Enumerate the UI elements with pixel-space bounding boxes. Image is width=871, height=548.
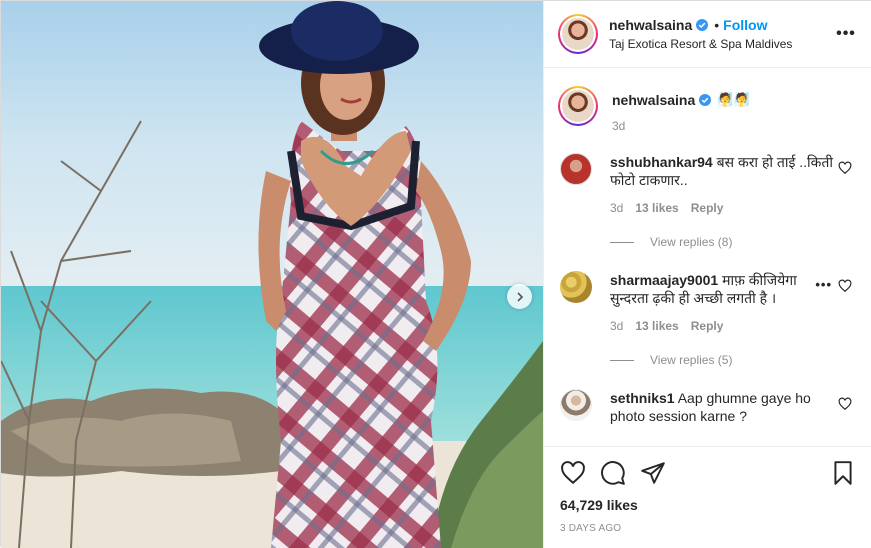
instagram-post: nehwalsaina • Follow Taj Exotica Resort … [0, 0, 871, 548]
heart-icon[interactable] [560, 460, 586, 486]
view-replies-label: View replies (8) [650, 235, 733, 249]
comment-more-button[interactable]: ••• [815, 277, 832, 292]
likes-count[interactable]: 64,729 likes [560, 497, 856, 513]
post-caption: nehwalsaina 🧖🧖 3d [558, 68, 858, 133]
verified-badge-icon [696, 19, 709, 31]
post-side-panel: nehwalsaina • Follow Taj Exotica Resort … [543, 1, 871, 548]
comment-likes[interactable]: 13 likes [635, 201, 678, 215]
caption-avatar[interactable] [558, 86, 598, 126]
commenter-username[interactable]: sharmaajay9001 [610, 272, 718, 288]
view-replies-button[interactable]: View replies (5) [610, 353, 858, 367]
like-comment-heart-icon[interactable] [838, 397, 852, 411]
view-replies-button[interactable]: View replies (8) [610, 235, 858, 249]
more-options-button[interactable]: ••• [836, 25, 856, 43]
comment-time[interactable]: 3d [610, 319, 623, 333]
comment-item: sshubhankar94 बस करा हो ताई ..किती फोटो … [558, 153, 858, 215]
follow-button[interactable]: Follow [723, 17, 767, 33]
comment-likes[interactable]: 13 likes [635, 319, 678, 333]
replies-line [610, 241, 634, 243]
caption-emojis: 🧖🧖 [717, 92, 750, 107]
separator-dot: • [714, 17, 720, 33]
paper-plane-icon[interactable] [640, 460, 666, 486]
caption-username[interactable]: nehwalsaina [612, 92, 695, 108]
comment-item: sethniks1 Aap ghumne gaye ho photo sessi… [558, 389, 858, 425]
caption-time[interactable]: 3d [612, 119, 750, 133]
beach-photo [1, 1, 543, 548]
post-actions: 64,729 likes 3 DAYS AGO [544, 446, 871, 548]
commenter-username[interactable]: sshubhankar94 [610, 154, 713, 170]
commenter-username[interactable]: sethniks1 [610, 390, 675, 406]
chevron-right-icon [516, 291, 523, 302]
verified-badge-icon [699, 94, 712, 106]
post-photo[interactable] [1, 1, 543, 548]
commenter-avatar[interactable] [560, 271, 592, 303]
replies-line [610, 359, 634, 361]
post-timestamp[interactable]: 3 DAYS AGO [560, 523, 856, 534]
location-link[interactable]: Taj Exotica Resort & Spa Maldives [609, 37, 836, 51]
comment-bubble-icon[interactable] [600, 460, 626, 486]
like-comment-heart-icon[interactable] [838, 279, 852, 293]
bookmark-icon[interactable] [830, 460, 856, 486]
commenter-avatar[interactable] [560, 153, 592, 185]
reply-button[interactable]: Reply [691, 319, 724, 333]
author-avatar[interactable] [558, 14, 598, 54]
next-photo-button[interactable] [507, 284, 532, 309]
comment-time[interactable]: 3d [610, 201, 623, 215]
like-comment-heart-icon[interactable] [838, 161, 852, 175]
header-text: nehwalsaina • Follow Taj Exotica Resort … [609, 17, 836, 51]
comment-item: sharmaajay9001 माफ़ कीजियेगा सुन्दरता ढ़… [558, 271, 858, 333]
comments-list[interactable]: nehwalsaina 🧖🧖 3d sshubhankar94 बस करा ह… [544, 68, 871, 446]
reply-button[interactable]: Reply [691, 201, 724, 215]
post-header: nehwalsaina • Follow Taj Exotica Resort … [544, 1, 871, 68]
author-username[interactable]: nehwalsaina [609, 17, 692, 33]
view-replies-label: View replies (5) [650, 353, 733, 367]
commenter-avatar[interactable] [560, 389, 592, 421]
